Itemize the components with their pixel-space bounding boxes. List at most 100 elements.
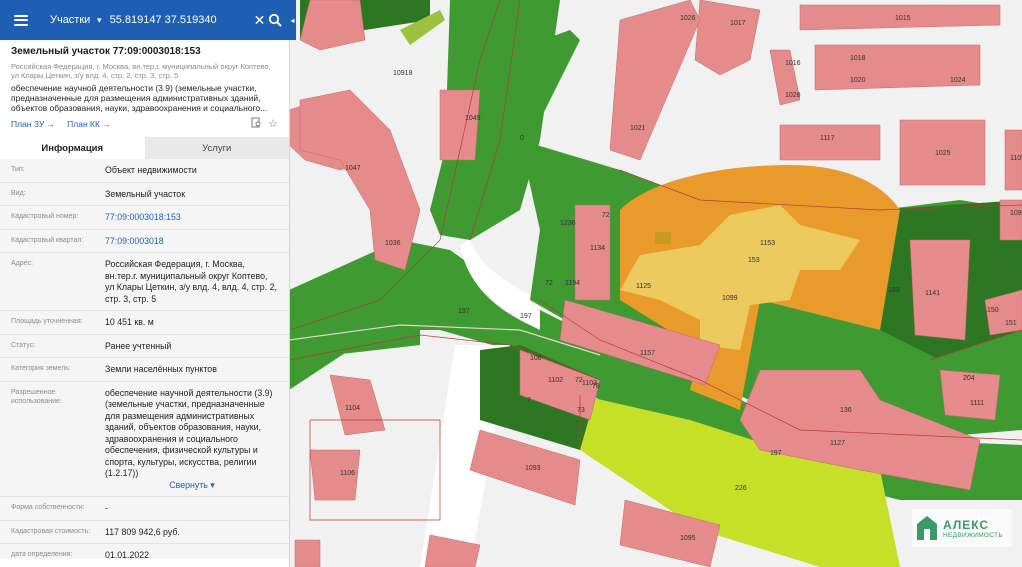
svg-text:183: 183	[888, 287, 900, 294]
plan-zu-link[interactable]: План ЗУ →	[11, 119, 55, 129]
parcel-purpose: обеспечение научной деятельности (3.9) (…	[11, 83, 268, 113]
clear-icon[interactable]: ✕	[252, 11, 268, 29]
prop-label: Категория земель:	[11, 365, 71, 372]
plan-kk-link[interactable]: План КК →	[67, 119, 111, 129]
svg-text:1028: 1028	[785, 92, 801, 99]
svg-text:1125: 1125	[636, 283, 651, 290]
svg-text:1020: 1020	[850, 77, 866, 84]
cadastral-number-link[interactable]: 77:09:0003018:153	[105, 212, 181, 222]
prop-value: -	[105, 503, 108, 513]
prop-label: Разрешенное использование:	[11, 388, 62, 405]
svg-text:1104: 1104	[345, 405, 360, 412]
plan-links: План ЗУ → План КК → ☆	[11, 117, 278, 131]
prop-row: Вид: Земельный участок	[0, 183, 289, 206]
svg-text:136: 136	[840, 407, 852, 414]
prop-label: Адрес:	[11, 260, 33, 267]
watermark-logo: АЛЕКС НЕДВИЖИМОСТЬ	[912, 509, 1012, 547]
svg-text:1017: 1017	[730, 20, 746, 27]
svg-text:1102: 1102	[548, 377, 563, 384]
prop-value: обеспечение научной деятельности (3.9) (…	[105, 387, 273, 479]
prop-label: дата определения:	[11, 551, 73, 558]
prop-label: Кадастровый квартал:	[11, 236, 84, 244]
parcel-title: Земельный участок 77:09:0003018:153	[11, 46, 201, 57]
svg-text:197: 197	[520, 313, 532, 320]
svg-text:1093: 1093	[525, 465, 541, 472]
svg-text:1127: 1127	[830, 440, 845, 447]
svg-text:72: 72	[545, 280, 553, 287]
parcel-address: Российская Федерация, г. Москва, вн.тер.…	[11, 62, 271, 80]
svg-text:1106: 1106	[340, 470, 355, 477]
tab-services[interactable]: Услуги	[144, 137, 289, 159]
svg-text:1024: 1024	[950, 77, 966, 84]
properties-list: Тип: Объект недвижимости Вид: Земельный …	[0, 159, 289, 567]
prop-value: Земли населённых пунктов	[105, 364, 217, 374]
svg-text:151: 151	[1005, 320, 1017, 327]
info-panel: Участки ▾ ✕ Земельный участок 77:09:0003…	[0, 0, 290, 567]
parcel-header: Земельный участок 77:09:0003018:153 Росс…	[0, 40, 289, 131]
row-icons: ☆	[251, 117, 278, 131]
search-icon[interactable]	[267, 11, 283, 29]
collapse-link[interactable]: Свернуть ▾	[105, 480, 279, 492]
svg-text:72: 72	[602, 212, 610, 219]
chevron-down-icon: ▾	[97, 14, 102, 25]
prop-row: Кадастровый квартал: 77:09:0003018	[0, 230, 289, 253]
svg-text:1157: 1157	[640, 350, 655, 357]
svg-text:1047: 1047	[345, 165, 361, 172]
svg-text:1095: 1095	[680, 535, 696, 542]
svg-text:1015: 1015	[895, 15, 911, 22]
prop-label: Кадастровый номер:	[11, 213, 79, 220]
svg-text:1117: 1117	[820, 135, 835, 142]
tab-info[interactable]: Информация	[0, 137, 145, 159]
layer-select[interactable]: Участки ▾	[38, 14, 108, 26]
layer-select-label: Участки	[49, 14, 91, 26]
prop-label: Кадастровая стоимость:	[11, 527, 91, 535]
svg-text:204: 204	[963, 375, 975, 382]
prop-row: дата определения: 01.01.2022	[0, 544, 289, 567]
map-label: 10918	[393, 70, 413, 77]
prop-value: 10 451 кв. м	[105, 317, 154, 327]
panel-collapse-button[interactable]: ◂	[289, 0, 296, 40]
svg-text:1153: 1153	[760, 240, 775, 247]
svg-text:1049: 1049	[465, 115, 481, 122]
cadastral-quarter-link[interactable]: 77:09:0003018	[105, 236, 164, 246]
svg-text:1109: 1109	[1010, 155, 1022, 162]
svg-text:78: 78	[592, 383, 600, 390]
prop-row: Площадь уточненная: 10 451 кв. м	[0, 311, 289, 335]
svg-text:0: 0	[520, 135, 524, 142]
prop-label: Форма собственности:	[11, 504, 85, 511]
star-icon[interactable]: ☆	[268, 117, 278, 131]
prop-value: 01.01.2022	[105, 550, 150, 560]
prop-row: Разрешенное использование: обеспечение н…	[0, 382, 289, 497]
prop-value: Объект недвижимости	[105, 165, 197, 175]
search-input[interactable]	[107, 14, 252, 26]
prop-value: Российская Федерация, г. Москва, вн.тер.…	[105, 259, 277, 304]
prop-row: Кадастровая стоимость: 117 809 942,6 руб…	[0, 521, 289, 544]
svg-text:150: 150	[987, 307, 999, 314]
svg-text:1026: 1026	[680, 15, 696, 22]
prop-value: 117 809 942,6 руб.	[105, 526, 180, 537]
search-bar: Участки ▾ ✕	[0, 0, 289, 40]
svg-text:1021: 1021	[630, 125, 646, 132]
house-logo-icon	[917, 516, 937, 540]
logo-sub: НЕДВИЖИМОСТЬ	[943, 531, 1003, 539]
svg-text:73: 73	[577, 407, 585, 414]
svg-text:197: 197	[770, 450, 782, 457]
prop-label: Площадь уточненная:	[11, 318, 83, 325]
prop-row: Статус: Ранее учтенный	[0, 335, 289, 358]
prop-label: Тип:	[11, 166, 25, 173]
prop-value: Земельный участок	[105, 188, 186, 199]
svg-text:153: 153	[748, 257, 760, 264]
svg-text:1099: 1099	[722, 295, 738, 302]
prop-row: Форма собственности: -	[0, 497, 289, 521]
prop-row: Адрес: Российская Федерация, г. Москва, …	[0, 253, 289, 311]
svg-text:1096: 1096	[1010, 210, 1022, 217]
menu-icon[interactable]	[14, 14, 28, 26]
svg-text:1025: 1025	[935, 150, 951, 157]
svg-text:1111: 1111	[970, 400, 984, 407]
prop-row: Категория земель: Земли населённых пункт…	[0, 358, 289, 382]
svg-text:1141: 1141	[925, 290, 940, 297]
prop-value: Ранее учтенный	[105, 340, 172, 351]
svg-text:1016: 1016	[785, 60, 801, 67]
svg-text:1236: 1236	[560, 220, 576, 227]
doc-search-icon[interactable]	[251, 117, 262, 131]
